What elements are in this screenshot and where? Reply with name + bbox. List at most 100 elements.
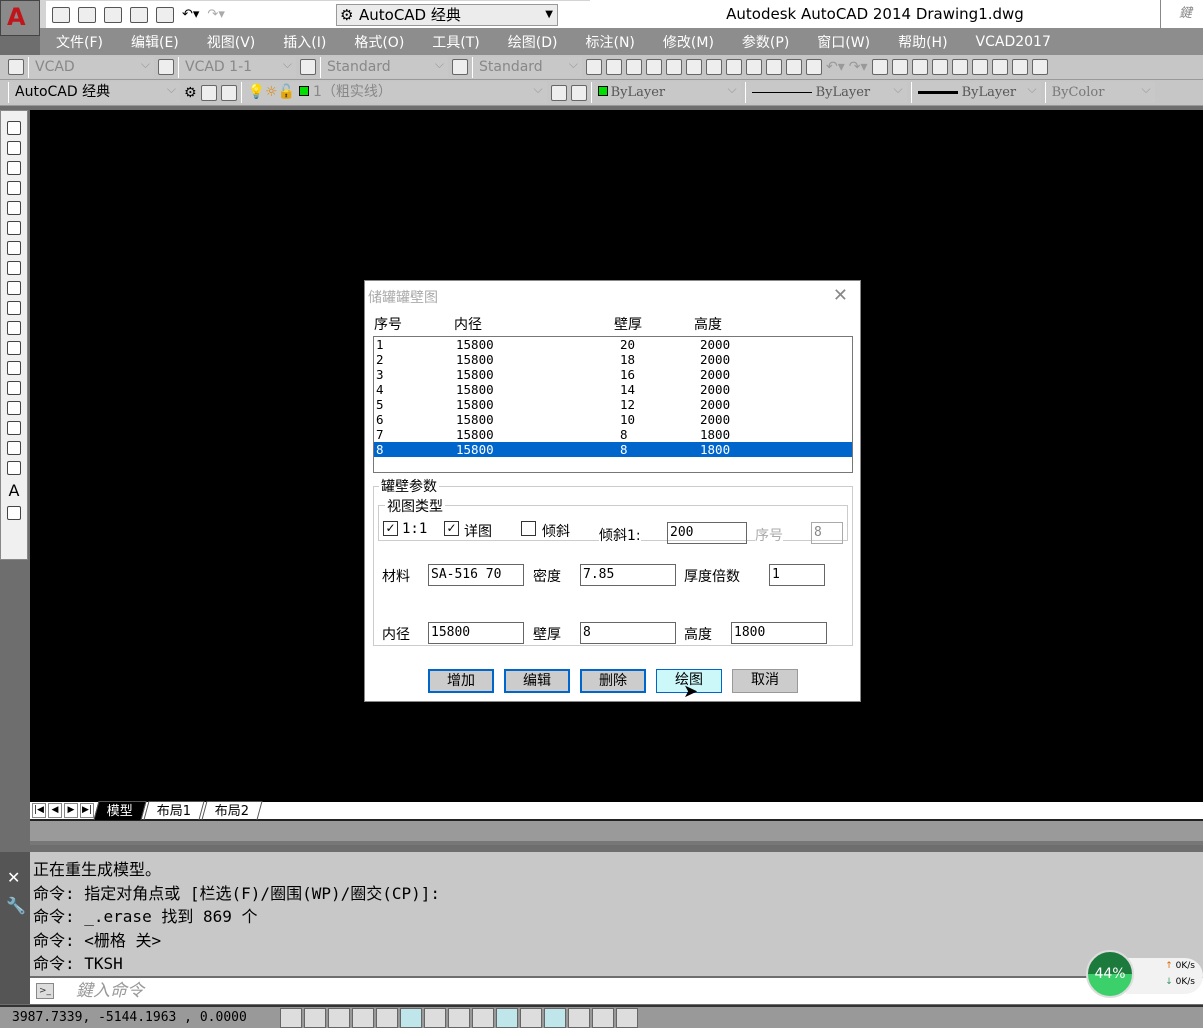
otrack-icon[interactable]	[448, 1007, 470, 1028]
command-prompt-icon[interactable]: >_	[36, 983, 54, 999]
density-input[interactable]: 7.85	[580, 564, 676, 586]
construction-line-icon[interactable]	[7, 141, 21, 155]
checkbox-tilt[interactable]	[521, 521, 536, 536]
first-tab-icon[interactable]: |◀	[32, 803, 46, 818]
print-icon[interactable]	[156, 6, 174, 23]
workspace-select[interactable]: AutoCAD 经典	[8, 79, 180, 103]
layer-previous-icon[interactable]	[570, 84, 587, 101]
close-icon[interactable]: ✕	[833, 285, 848, 306]
table-row[interactable]: 8 15800 8 1800	[374, 442, 852, 457]
add-selected-icon[interactable]	[7, 506, 21, 520]
match-properties-icon[interactable]	[786, 59, 802, 75]
checkbox-detail[interactable]: ✓	[444, 521, 459, 536]
zoom-window-icon[interactable]	[911, 59, 928, 75]
block-editor-icon[interactable]	[806, 59, 822, 75]
redo-icon[interactable]: ↷▾	[207, 7, 224, 22]
wrench-icon[interactable]: 🔧	[6, 896, 26, 915]
menu-window[interactable]: 窗口(W)	[801, 32, 882, 52]
cut-icon[interactable]	[726, 59, 742, 75]
tab-model[interactable]: 模型	[93, 801, 147, 820]
hatch-icon[interactable]	[7, 401, 21, 415]
menu-format[interactable]: 格式(O)	[338, 32, 416, 52]
command-input[interactable]: >_ 鍵入命令	[30, 978, 1203, 1004]
save-as-icon[interactable]	[130, 6, 148, 23]
network-monitor-widget[interactable]: ↑ 0K/s ↓ 0K/s 44%	[1086, 950, 1203, 1000]
menu-tools[interactable]: 工具(T)	[416, 32, 491, 52]
menu-modify[interactable]: 修改(M)	[647, 32, 726, 52]
tool-palettes-icon[interactable]	[991, 59, 1008, 75]
region-icon[interactable]	[7, 441, 21, 455]
grid-icon[interactable]	[328, 1007, 350, 1028]
gear-icon[interactable]: ⚙	[184, 85, 197, 101]
edit-button[interactable]: 编辑	[504, 669, 570, 693]
polar-icon[interactable]	[376, 1007, 398, 1028]
plotstyle-select[interactable]: ByColor	[1044, 79, 1155, 103]
horizontal-scrollbar[interactable]	[30, 821, 1203, 845]
wall-input[interactable]: 8	[580, 622, 676, 644]
menu-edit[interactable]: 编辑(E)	[115, 32, 191, 52]
next-tab-icon[interactable]: ▶	[64, 803, 78, 818]
menu-help[interactable]: 帮助(H)	[882, 32, 959, 52]
pan-icon[interactable]	[871, 59, 888, 75]
close-icon[interactable]: ✕	[7, 868, 20, 887]
annotation-monitor-icon[interactable]	[616, 1007, 638, 1028]
thickness-factor-input[interactable]: 1	[769, 564, 825, 586]
workspace-select[interactable]: ⚙ AutoCAD 经典 ▼	[336, 4, 558, 26]
lineweight-select[interactable]: ByLayer	[910, 79, 1041, 103]
last-tab-icon[interactable]: ▶|	[80, 803, 94, 818]
markup-icon[interactable]	[1031, 59, 1048, 75]
menu-vcad[interactable]: VCAD2017	[960, 34, 1063, 50]
3d-dwf-icon[interactable]	[706, 59, 722, 75]
menu-parametric[interactable]: 参数(P)	[726, 32, 801, 52]
paste-icon[interactable]	[766, 59, 782, 75]
polyline-icon[interactable]	[7, 161, 21, 175]
gradient-icon[interactable]	[7, 421, 21, 435]
menu-file[interactable]: 文件(F)	[40, 32, 115, 52]
design-center-icon[interactable]	[971, 59, 988, 75]
cancel-button[interactable]: 取消	[732, 669, 798, 693]
ellipse-icon[interactable]	[7, 301, 21, 315]
save-icon[interactable]	[626, 59, 642, 75]
tab-layout1[interactable]: 布局1	[143, 801, 205, 820]
checkbox-1to1[interactable]: ✓	[383, 521, 398, 536]
mtext-icon[interactable]: A	[9, 481, 20, 500]
menu-insert[interactable]: 插入(I)	[267, 32, 338, 52]
dim-style-select[interactable]: VCAD 1-1	[178, 54, 296, 78]
zoom-realtime-icon[interactable]	[891, 59, 908, 75]
linetype-select[interactable]: ByLayer	[744, 79, 907, 103]
tank-list[interactable]: 1 15800 20 2000 2 15800 18 2000 3 15800 16 2000 4 158…	[373, 336, 853, 473]
spline-icon[interactable]	[7, 281, 21, 295]
zoom-previous-icon[interactable]	[931, 59, 948, 75]
search-input[interactable]: 鍵入	[1160, 0, 1203, 49]
layer-select[interactable]: 💡☼🔓 1（粗实线）	[240, 79, 547, 103]
tab-layout2[interactable]: 布局2	[201, 801, 264, 820]
undo-icon[interactable]: ↶▾	[826, 59, 845, 75]
osnap-icon[interactable]	[400, 1007, 422, 1028]
prev-tab-icon[interactable]: ◀	[48, 803, 62, 818]
table-row[interactable]: 4 15800 14 2000	[374, 382, 852, 397]
undo-icon[interactable]: ↶▾	[182, 7, 199, 22]
open-icon[interactable]	[78, 6, 96, 23]
open-icon[interactable]	[606, 59, 622, 75]
arc-icon[interactable]	[7, 221, 21, 235]
revcloud-icon[interactable]	[7, 261, 21, 275]
material-input[interactable]: SA-516 70	[428, 564, 524, 586]
add-button[interactable]: 增加	[428, 669, 494, 693]
table-row[interactable]: 2 15800 18 2000	[374, 352, 852, 367]
properties-icon[interactable]	[951, 59, 968, 75]
table-row[interactable]: 5 15800 12 2000	[374, 397, 852, 412]
transparency-icon[interactable]	[544, 1007, 566, 1028]
seq-input[interactable]: 8	[811, 522, 843, 544]
save-icon[interactable]	[104, 6, 122, 23]
table-style-select[interactable]: Standard	[320, 54, 448, 78]
dyn-icon[interactable]	[496, 1007, 518, 1028]
ellipse-arc-icon[interactable]	[7, 321, 21, 335]
app-menu-button[interactable]: A	[0, 0, 40, 36]
table-row[interactable]: 7 15800 8 1800	[374, 427, 852, 442]
workspace-settings-icon[interactable]	[200, 84, 217, 101]
height-input[interactable]: 1800	[731, 622, 827, 644]
tilt-input[interactable]: 200	[667, 522, 747, 544]
new-icon[interactable]	[586, 59, 602, 75]
sheet-set-icon[interactable]	[1011, 59, 1028, 75]
menu-dimension[interactable]: 标注(N)	[570, 32, 647, 52]
